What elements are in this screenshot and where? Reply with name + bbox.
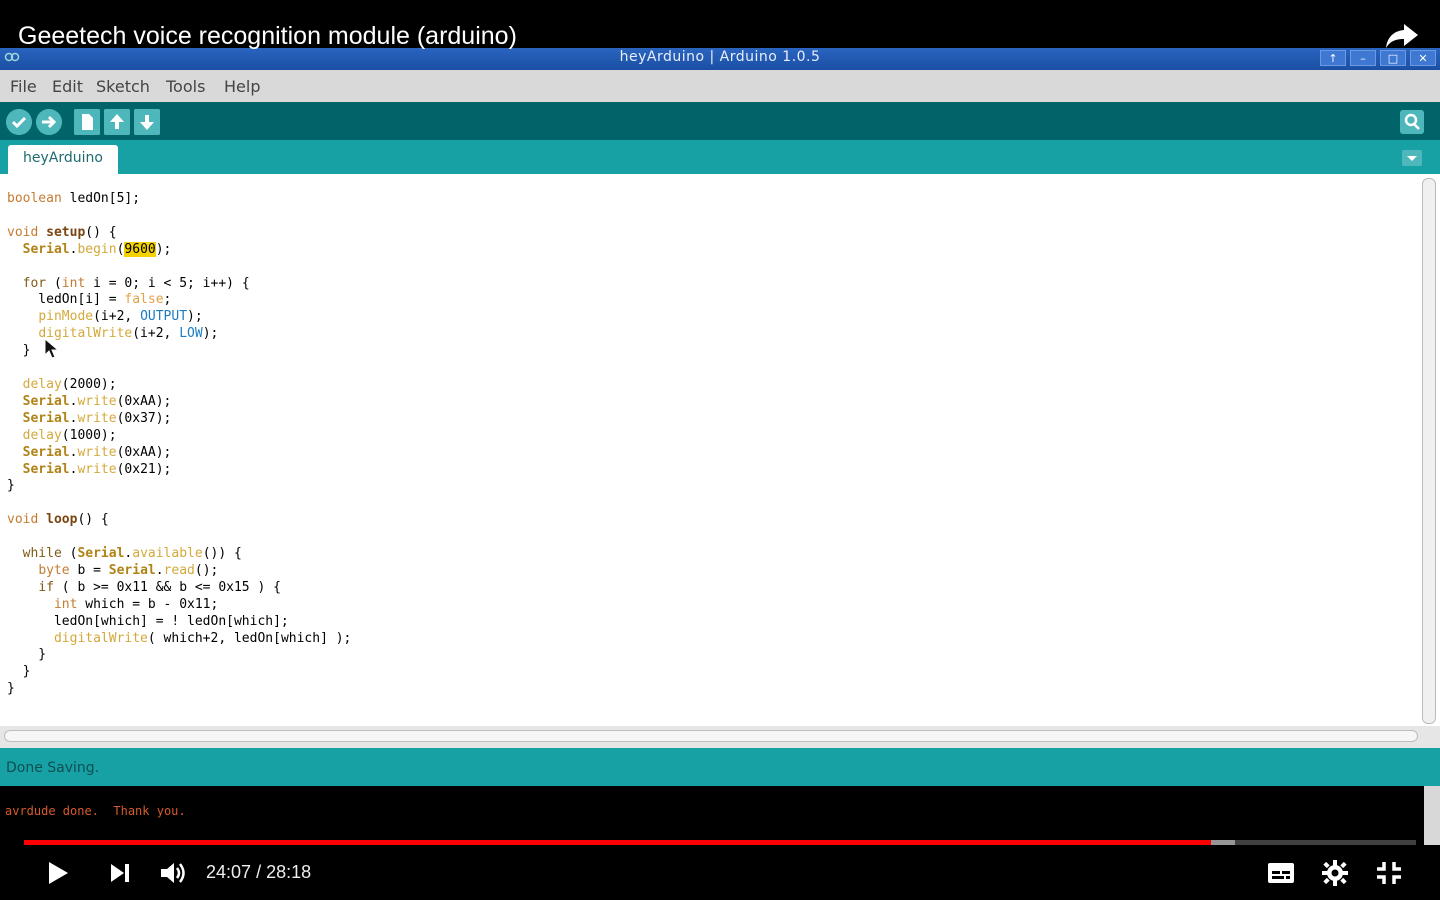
current-time: 24:07 — [206, 862, 252, 882]
code-editor[interactable]: boolean ledOn[5]; void setup() { Serial.… — [0, 174, 1420, 726]
code-line: void loop() { — [7, 512, 109, 528]
code-line: Serial.begin(9600); — [22, 241, 172, 257]
menu-sketch[interactable]: Sketch — [96, 77, 150, 96]
share-icon[interactable] — [1384, 20, 1420, 52]
code-line: pinMode(i+2, OUTPUT); — [38, 309, 203, 325]
window-controls: ↑ – □ ✕ — [1320, 50, 1436, 66]
code-line: while (Serial.available()) { — [22, 546, 242, 562]
code-line: } — [7, 647, 47, 663]
settings-gear-icon[interactable] — [1320, 859, 1350, 887]
video-progress-bar[interactable] — [24, 840, 1416, 845]
menu-bar: File Edit Sketch Tools Help — [0, 70, 1440, 103]
code-line: void setup() { — [7, 224, 117, 240]
time-display: 24:07 / 28:18 — [206, 862, 311, 883]
code-line: } — [7, 343, 31, 359]
video-top-bar: Geeetech voice recognition module (ardui… — [0, 0, 1440, 50]
upload-arrow-icon[interactable] — [36, 109, 62, 135]
menu-help[interactable]: Help — [224, 77, 260, 96]
code-line: digitalWrite(i+2, LOW); — [38, 326, 219, 342]
menu-edit[interactable]: Edit — [52, 77, 83, 96]
code-line: delay(2000); — [22, 376, 117, 392]
console-scrollbar[interactable] — [1424, 786, 1440, 854]
code-line: ledOn[i] = false; — [7, 292, 172, 308]
tab-heyarduino[interactable]: heyArduino — [8, 145, 118, 174]
code-line: Serial.write(0x21); — [22, 461, 172, 477]
code-line: } — [7, 681, 15, 697]
subtitles-icon[interactable] — [1266, 859, 1296, 887]
code-line: } — [7, 664, 31, 680]
window-up-button[interactable]: ↑ — [1320, 50, 1346, 66]
time-separator: / — [256, 862, 262, 882]
window-close-button[interactable]: ✕ — [1410, 50, 1436, 66]
volume-icon[interactable] — [158, 859, 188, 887]
code-line: Serial.write(0x37); — [22, 410, 172, 426]
editor-horizontal-scroll-area — [0, 726, 1440, 748]
tab-menu-chevron-down-icon[interactable] — [1402, 150, 1422, 166]
code-line: Serial.write(0xAA); — [22, 393, 172, 409]
editor-vertical-scrollbar[interactable] — [1422, 178, 1436, 724]
played-bar — [24, 840, 1212, 845]
new-file-icon[interactable] — [74, 109, 100, 135]
editor-horizontal-scrollbar[interactable] — [4, 730, 1418, 742]
code-line: boolean ledOn[5]; — [7, 191, 141, 206]
verify-icon[interactable] — [6, 109, 32, 135]
mouse-pointer-icon — [44, 338, 60, 359]
video-title[interactable]: Geeetech voice recognition module (ardui… — [18, 18, 517, 54]
status-bar: Done Saving. — [0, 748, 1440, 786]
code-line: int which = b - 0x11; — [53, 596, 219, 612]
serial-monitor-icon[interactable] — [1400, 110, 1424, 134]
play-icon[interactable] — [44, 859, 72, 887]
code-line: for (int i = 0; i < 5; i++) { — [22, 275, 250, 291]
window-maximize-button[interactable]: □ — [1380, 50, 1406, 66]
code-line: Serial.write(0xAA); — [22, 444, 172, 460]
player-controls: 24:07 / 28:18 — [0, 845, 1440, 900]
arduino-ide-window: heyArduino | Arduino 1.0.5 ↑ – □ ✕ File … — [0, 46, 1440, 854]
console-text: avrdude done. Thank you. — [5, 804, 186, 818]
code-line: if ( b >= 0x11 && b <= 0x15 ) { — [38, 579, 281, 595]
exit-fullscreen-icon[interactable] — [1374, 859, 1404, 887]
save-down-icon[interactable] — [134, 109, 160, 135]
window-minimize-button[interactable]: – — [1350, 50, 1376, 66]
toolbar — [0, 102, 1440, 140]
status-message: Done Saving. — [6, 760, 100, 776]
code-line: digitalWrite( which+2, ledOn[which] ); — [53, 630, 352, 646]
tab-bar: heyArduino — [0, 140, 1440, 174]
code-text[interactable]: boolean ledOn[5]; void setup() { Serial.… — [7, 191, 351, 698]
code-line: } — [7, 478, 15, 494]
code-line: byte b = Serial.read(); — [38, 562, 219, 578]
code-line: delay(1000); — [22, 427, 117, 443]
menu-file[interactable]: File — [10, 77, 37, 96]
menu-tools[interactable]: Tools — [166, 77, 205, 96]
next-icon[interactable] — [106, 859, 134, 887]
duration: 28:18 — [266, 862, 312, 882]
open-up-icon[interactable] — [104, 109, 130, 135]
code-line: ledOn[which] = ! ledOn[which]; — [7, 613, 289, 629]
